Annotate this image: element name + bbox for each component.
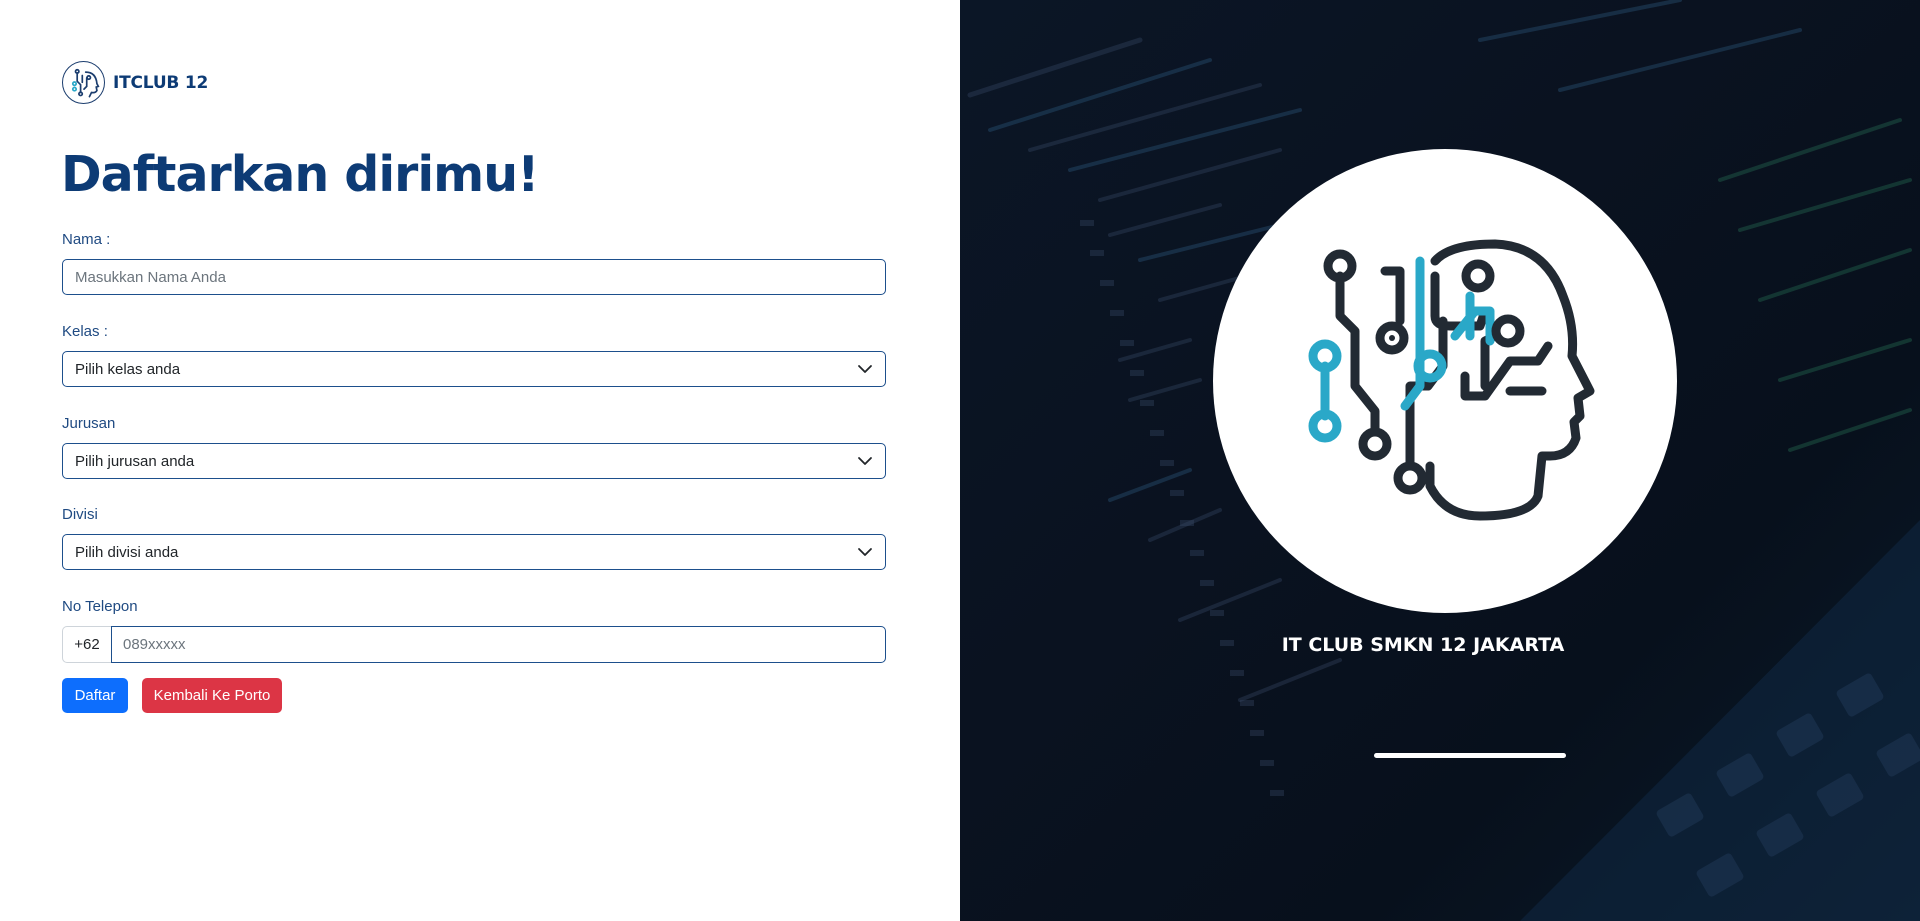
registration-panel: ITCLUB 12 Daftarkan dirimu! Nama : Masuk…	[0, 0, 960, 921]
divisi-selected: Pilih divisi anda	[75, 543, 179, 561]
nama-input[interactable]: Masukkan Nama Anda	[62, 259, 886, 295]
daftar-button[interactable]: Daftar	[62, 678, 128, 713]
kelas-label: Kelas :	[62, 323, 108, 340]
telepon-input[interactable]: 089xxxxx	[111, 626, 886, 663]
chevron-down-icon	[858, 548, 872, 556]
jurusan-select[interactable]: Pilih jurusan anda	[62, 443, 886, 479]
telepon-placeholder: 089xxxxx	[123, 636, 186, 653]
divisi-select[interactable]: Pilih divisi anda	[62, 534, 886, 570]
decorative-underline	[1374, 753, 1566, 758]
ai-head-circuit-icon	[1308, 239, 1595, 521]
page-title: Daftarkan dirimu!	[61, 146, 539, 203]
jurusan-label: Jurusan	[62, 415, 116, 432]
jurusan-selected: Pilih jurusan anda	[75, 452, 195, 470]
ai-head-circuit-icon	[62, 61, 105, 104]
nama-placeholder: Masukkan Nama Anda	[75, 268, 226, 286]
telepon-label: No Telepon	[62, 598, 138, 615]
brand-name: ITCLUB 12	[113, 72, 209, 93]
club-name: IT CLUB SMKN 12 JAKARTA	[1281, 634, 1565, 656]
club-logo	[1213, 149, 1677, 613]
kelas-select[interactable]: Pilih kelas anda	[62, 351, 886, 387]
country-code-prefix: +62	[62, 626, 111, 663]
nama-label: Nama :	[62, 231, 111, 248]
kelas-selected: Pilih kelas anda	[75, 360, 181, 378]
hero-panel: IT CLUB SMKN 12 JAKARTA	[960, 0, 1920, 921]
back-to-porto-button[interactable]: Kembali Ke Porto	[142, 678, 282, 713]
brand[interactable]: ITCLUB 12	[62, 61, 208, 104]
telepon-input-group: +62 089xxxxx	[62, 626, 886, 663]
divisi-label: Divisi	[62, 506, 98, 523]
chevron-down-icon	[858, 457, 872, 465]
chevron-down-icon	[858, 365, 872, 373]
